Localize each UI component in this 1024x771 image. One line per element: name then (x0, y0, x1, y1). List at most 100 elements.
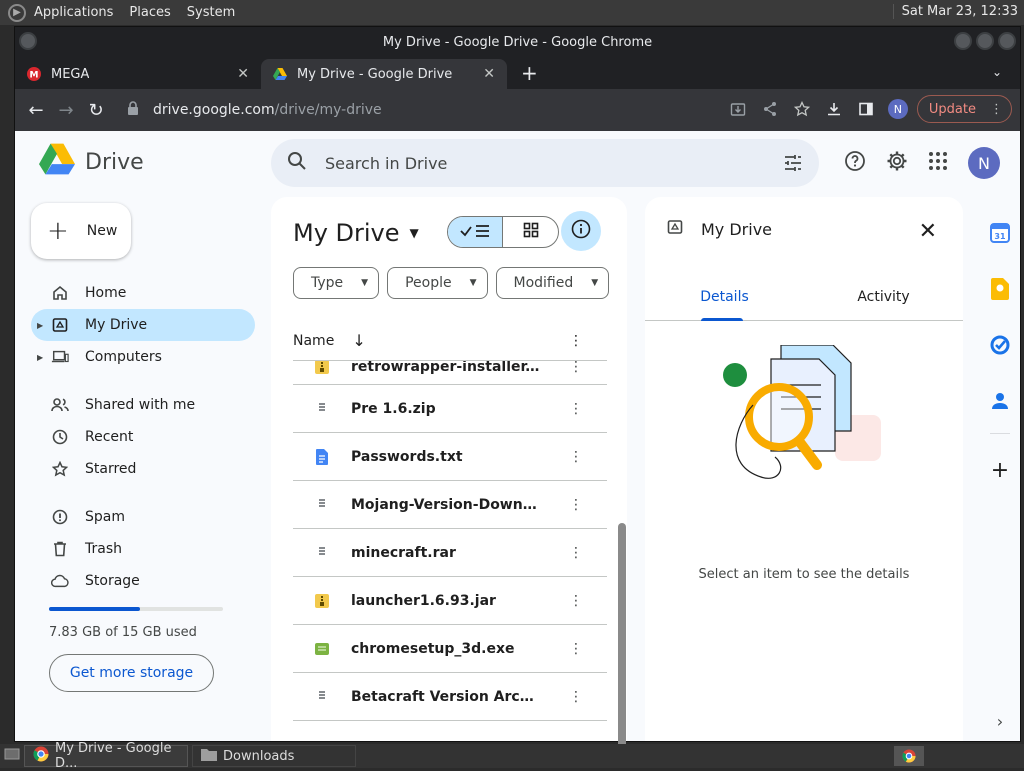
sidebar-item-shared-with-me[interactable]: Shared with me (31, 389, 255, 421)
bookmark-star-icon[interactable] (789, 96, 815, 122)
tab-activity[interactable]: Activity (804, 273, 963, 320)
grid-view-button[interactable] (503, 217, 558, 247)
page-title[interactable]: My Drive ▼ (293, 219, 419, 247)
search-options-icon[interactable] (783, 153, 803, 177)
grid-icon (523, 222, 539, 242)
taskbar-item-chrome[interactable]: My Drive - Google D... (24, 741, 188, 771)
menu-system[interactable]: System (187, 5, 235, 20)
side-panel-icon[interactable] (853, 96, 879, 122)
table-row[interactable]: chromesetup_3d.exe ⋮ (293, 625, 607, 673)
share-icon[interactable] (757, 96, 783, 122)
tab-my-drive[interactable]: My Drive - Google Drive ✕ (261, 59, 507, 89)
taskbar-item-label: My Drive - Google D... (55, 741, 172, 771)
details-empty-message: Select an item to see the details (698, 567, 910, 582)
sidebar-item-storage[interactable]: Storage (31, 565, 255, 597)
table-row[interactable]: Betacraft Version Archive.... ⋮ (293, 673, 607, 721)
sidebar-item-my-drive[interactable]: ▶ My Drive (31, 309, 255, 341)
sidebar-item-recent[interactable]: Recent (31, 421, 255, 453)
back-icon[interactable]: ← (21, 95, 51, 125)
table-row[interactable]: launcher1.6.93.jar ⋮ (293, 577, 607, 625)
tab-search-icon[interactable]: ⌄ (992, 65, 1002, 79)
close-icon[interactable]: ✕ (237, 66, 249, 82)
contacts-icon[interactable] (992, 381, 1008, 421)
divider (31, 373, 255, 389)
more-options-icon[interactable]: ⋮ (569, 641, 583, 657)
help-icon[interactable] (844, 150, 866, 176)
details-title: My Drive (701, 219, 773, 239)
sidebar-item-computers[interactable]: ▶ Computers (31, 341, 255, 373)
more-options-icon[interactable]: ⋮ (569, 689, 583, 705)
search-bar[interactable] (271, 139, 819, 187)
window-menu-button[interactable] (19, 32, 37, 50)
view-details-button[interactable] (561, 211, 601, 251)
show-desktop-icon[interactable] (4, 747, 20, 765)
settings-gear-icon[interactable] (886, 150, 908, 176)
sidebar-item-trash[interactable]: Trash (31, 533, 255, 565)
update-button[interactable]: Update ⋮ (916, 95, 1012, 123)
account-avatar[interactable]: N (968, 147, 1000, 179)
reload-icon[interactable]: ↻ (81, 95, 111, 125)
clock[interactable]: Sat Mar 23, 12:33 (892, 4, 1018, 19)
sidebar-item-starred[interactable]: Starred (31, 453, 255, 485)
tab-details[interactable]: Details (645, 273, 804, 321)
expand-arrow-icon[interactable]: ▶ (37, 353, 43, 362)
scrollbar[interactable] (618, 523, 626, 749)
more-options-icon[interactable]: ⋮ (569, 593, 583, 609)
close-icon[interactable]: ✕ (483, 66, 495, 82)
address-bar[interactable]: drive.google.com/drive/my-drive (127, 101, 382, 119)
table-row[interactable]: Mojang-Version-Download... ⋮ (293, 481, 607, 529)
filter-people[interactable]: People ▼ (387, 267, 488, 299)
more-options-icon[interactable]: ⋮ (569, 449, 583, 465)
new-button[interactable]: + New (31, 203, 131, 259)
more-options-icon[interactable]: ⋮ (569, 401, 583, 417)
drive-brand-label: Drive (85, 149, 144, 175)
close-window-button[interactable] (998, 32, 1016, 50)
menu-places[interactable]: Places (129, 5, 170, 20)
close-icon[interactable]: ✕ (919, 219, 937, 244)
list-view-button[interactable] (448, 217, 503, 247)
table-row[interactable]: Passwords.txt ⋮ (293, 433, 607, 481)
more-options-icon[interactable]: ⋮ (569, 497, 583, 513)
tray-chrome-icon[interactable] (894, 746, 924, 766)
window-titlebar[interactable]: My Drive - Google Drive - Google Chrome (15, 27, 1020, 57)
sidebar-item-home[interactable]: Home (31, 277, 255, 309)
drive-logo[interactable]: Drive (39, 143, 144, 181)
more-options-icon[interactable]: ⋮ (569, 333, 583, 349)
expand-arrow-icon[interactable]: ▶ (37, 321, 43, 330)
sort-arrow-icon[interactable]: ↓ (352, 331, 365, 350)
filter-type[interactable]: Type ▼ (293, 267, 380, 299)
search-input[interactable] (325, 153, 745, 173)
filter-modified[interactable]: Modified ▼ (495, 267, 610, 299)
info-icon (571, 219, 591, 243)
os-logo-icon[interactable]: ▶ (8, 3, 26, 22)
sidebar: Home ▶ My Drive ▶ Computers Shared with … (31, 277, 255, 692)
column-header-name[interactable]: Name (293, 333, 334, 349)
table-row[interactable]: Pre 1.6.zip ⋮ (293, 385, 607, 433)
install-app-icon[interactable] (725, 96, 751, 122)
download-icon[interactable] (821, 96, 847, 122)
menu-applications[interactable]: Applications (34, 5, 113, 20)
more-options-icon[interactable]: ⋮ (569, 545, 583, 561)
minimize-button[interactable] (954, 32, 972, 50)
search-icon[interactable] (287, 151, 307, 175)
sidebar-item-label: Home (85, 285, 127, 301)
more-options-icon[interactable]: ⋮ (569, 361, 583, 375)
taskbar-item-downloads[interactable]: Downloads (192, 745, 356, 767)
forward-icon[interactable]: → (51, 95, 81, 125)
profile-avatar[interactable]: N (885, 96, 911, 122)
lock-icon[interactable] (127, 101, 141, 119)
table-row[interactable]: retrowrapper-installer.jar ⋮ (293, 361, 607, 385)
tasks-icon[interactable] (990, 325, 1010, 365)
tab-mega[interactable]: M MEGA ✕ (15, 59, 261, 89)
get-more-storage-button[interactable]: Get more storage (49, 654, 214, 692)
add-addon-icon[interactable]: + (991, 450, 1009, 490)
chevron-right-icon[interactable]: › (997, 701, 1003, 741)
keep-icon[interactable] (991, 269, 1009, 309)
new-tab-button[interactable]: + (521, 61, 538, 85)
sidebar-item-spam[interactable]: Spam (31, 501, 255, 533)
apps-grid-icon[interactable] (928, 151, 948, 175)
maximize-button[interactable] (976, 32, 994, 50)
table-row[interactable]: minecraft.rar ⋮ (293, 529, 607, 577)
filter-label: Type (311, 275, 344, 291)
calendar-icon[interactable]: 31 (990, 213, 1010, 253)
